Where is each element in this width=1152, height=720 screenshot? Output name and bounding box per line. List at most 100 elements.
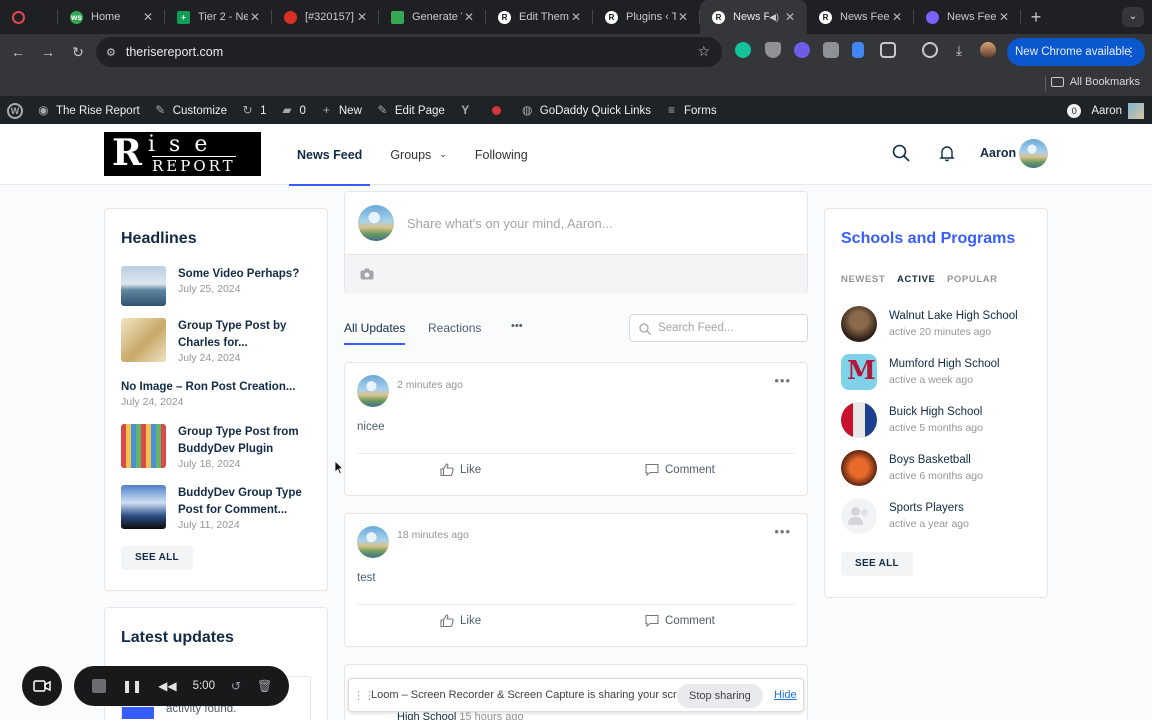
comments-link[interactable]: ▰ 0 [273,97,312,124]
post-more-icon[interactable]: ••• [774,373,791,388]
back-arrow-icon[interactable]: ← [4,38,32,66]
rewind-icon[interactable]: ◀◀ [158,679,176,693]
notifications-count[interactable]: 0 [1067,103,1082,118]
school-item[interactable]: Sports Players active a year ago [841,498,1041,538]
new-chrome-available-button[interactable]: New Chrome available ⋮ [1007,38,1145,66]
post-timestamp[interactable]: 2 minutes ago [397,379,463,391]
all-bookmarks-button[interactable]: All Bookmarks [1050,76,1140,88]
stop-sharing-button[interactable]: Stop sharing [677,684,763,708]
comment-button[interactable]: Comment [645,463,715,476]
headline-item[interactable]: No Image – Ron Post Creation... July 24,… [121,379,321,413]
post-timestamp[interactable]: 15 hours ago [459,711,523,720]
puzzle-icon[interactable] [880,42,896,58]
stop-recording-icon[interactable] [92,679,106,693]
close-icon[interactable]: ✕ [676,10,690,24]
like-button[interactable]: Like [440,463,481,476]
forms-link[interactable]: ≡ Forms [658,97,724,124]
filter-newest[interactable]: NEWEST [841,274,885,285]
address-bar[interactable]: ⚙ therisereport.com ☆ [96,37,722,67]
browser-tab[interactable]: Generate V ✕ [379,0,486,34]
site-info-icon[interactable]: ⚙ [106,46,116,59]
speaker-icon[interactable]: ◀) [769,12,779,23]
search-feed-input[interactable] [658,320,798,336]
tab-search-button[interactable]: ⌄ [1122,7,1144,27]
filter-popular[interactable]: POPULAR [947,274,998,285]
tab-reactions[interactable]: Reactions [428,321,481,345]
bell-icon[interactable] [938,144,956,162]
drag-handle-icon[interactable]: ⋮⋮ [353,689,375,702]
composer-input[interactable]: Share what's on your mind, Aaron... [407,216,613,231]
browser-tab[interactable]: R Plugins ‹ T ✕ [593,0,700,34]
bookmark-star-icon[interactable]: ☆ [697,43,710,60]
updates-link[interactable]: ↻ 1 [234,97,273,124]
school-item[interactable]: Boys Basketball active 6 months ago [841,450,1041,490]
browser-tab[interactable]: R News Feed ✕ [807,0,914,34]
headline-item[interactable]: Group Type Post by Charles for... July 2… [121,318,321,368]
close-icon[interactable]: ✕ [569,10,583,24]
post-group-link[interactable]: High School [397,711,456,720]
extension-gear-icon[interactable] [794,42,810,58]
reload-icon[interactable]: ↻ [64,38,92,66]
rise-report-logo[interactable]: R ise REPORT [104,132,261,176]
post-avatar[interactable] [357,526,389,558]
browser-tab[interactable]: News Feed ✕ [914,0,1021,34]
close-icon[interactable]: ✕ [248,10,262,24]
camera-icon[interactable] [360,268,374,280]
browser-tab-recording[interactable] [0,0,58,34]
post-composer[interactable]: Share what's on your mind, Aaron... [344,191,808,293]
close-icon[interactable]: ✕ [141,10,155,24]
school-item[interactable]: M Mumford High School active a week ago [841,354,1041,394]
headline-item[interactable]: Some Video Perhaps? July 25, 2024 [121,266,321,311]
feed-more-tabs-icon[interactable]: ••• [511,320,523,332]
edit-page-link[interactable]: ✎ Edit Page [369,97,452,124]
close-icon[interactable]: ✕ [462,10,476,24]
hide-banner-link[interactable]: Hide [774,689,797,701]
like-button[interactable]: Like [440,614,481,627]
seo-status[interactable] [485,97,514,124]
school-item[interactable]: Walnut Lake High School active 20 minute… [841,306,1041,346]
search-icon[interactable] [892,144,910,162]
post-avatar[interactable] [357,375,389,407]
post-more-icon[interactable]: ••• [774,524,791,539]
browser-tab[interactable]: [#320157] ✕ [272,0,379,34]
wp-logo-menu[interactable]: W [0,97,30,124]
admin-avatar[interactable] [1128,102,1144,119]
comment-button[interactable]: Comment [645,614,715,627]
close-icon[interactable]: ✕ [783,10,797,24]
schools-see-all-button[interactable]: SEE ALL [841,552,913,576]
forward-arrow-icon[interactable]: → [34,38,62,66]
new-content-link[interactable]: + New [313,97,369,124]
post-timestamp[interactable]: 18 minutes ago [397,529,469,541]
godaddy-quick-links[interactable]: ◍ GoDaddy Quick Links [514,97,658,124]
camera-extension-icon[interactable] [823,42,839,58]
search-feed-field[interactable] [629,314,808,342]
browser-tab-active[interactable]: R News F ◀) ✕ [700,0,807,34]
browser-tab[interactable]: R Edit Theme ✕ [486,0,593,34]
close-icon[interactable]: ✕ [997,10,1011,24]
header-user-name[interactable]: Aaron [980,144,1016,162]
browser-tab[interactable]: ws Home ✕ [58,0,165,34]
school-item[interactable]: Buick High School active 5 months ago [841,402,1041,442]
filter-active[interactable]: ACTIVE [897,274,935,285]
admin-user-name[interactable]: Aaron [1091,105,1122,117]
tab-all-updates[interactable]: All Updates [344,321,406,345]
document-extension-icon[interactable] [852,42,864,58]
close-icon[interactable]: ✕ [890,10,904,24]
loom-camera-button[interactable] [22,666,62,706]
header-avatar[interactable] [1019,139,1048,168]
headline-item[interactable]: Group Type Post from BuddyDev Plugin Jul… [121,424,321,474]
download-icon[interactable]: ⤓ [951,42,967,58]
site-name-link[interactable]: ◉ The Rise Report [30,97,147,124]
trash-icon[interactable]: 🗑 [257,679,272,693]
headline-item[interactable]: BuddyDev Group Type Post for Comment... … [121,485,321,535]
browser-tab[interactable]: + Tier 2 - Ne ✕ [165,0,272,34]
pause-icon[interactable]: ❚❚ [122,679,142,693]
nav-news-feed[interactable]: News Feed [289,124,371,186]
customize-link[interactable]: ✎ Customize [147,97,234,124]
close-icon[interactable]: ✕ [355,10,369,24]
nav-following[interactable]: Following [467,124,536,185]
grammarly-icon[interactable] [735,42,751,58]
shield-icon[interactable] [765,42,781,58]
profile-avatar[interactable] [980,42,996,58]
nav-groups[interactable]: Groups ⌄ [382,124,455,185]
